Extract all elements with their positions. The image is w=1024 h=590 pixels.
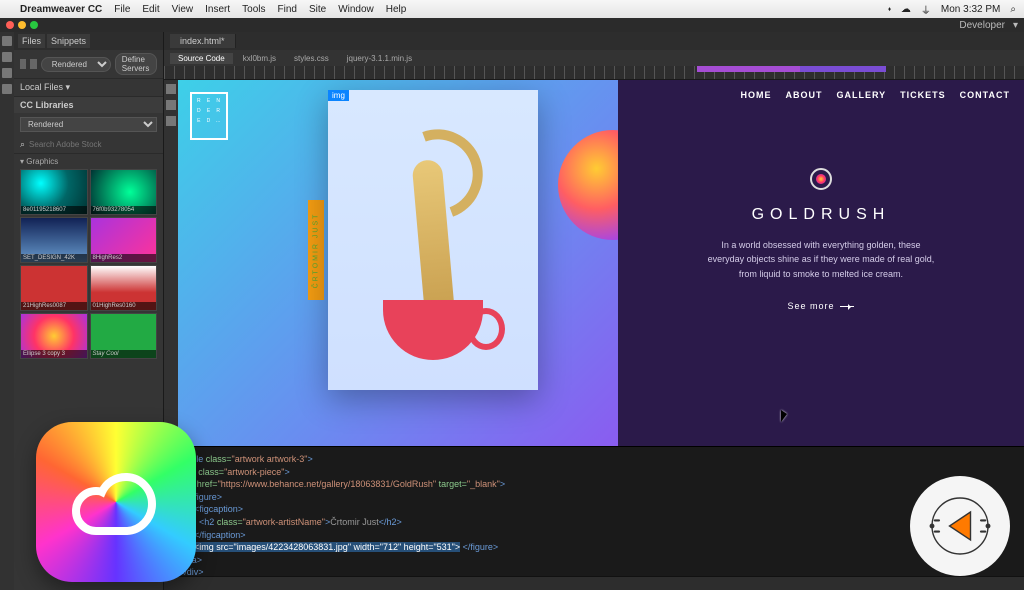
- nav-link[interactable]: HOME: [740, 90, 771, 100]
- menu-site[interactable]: Site: [309, 4, 326, 15]
- arrow-right-icon: [840, 306, 854, 307]
- artwork-description: In a world obsessed with everything gold…: [706, 238, 936, 281]
- cloud-icon[interactable]: ☁: [901, 4, 911, 15]
- app-titlebar: Developer ▾: [0, 18, 1024, 32]
- workspace-switcher[interactable]: Developer: [959, 20, 1005, 31]
- folder-icon: [20, 59, 26, 69]
- local-files-header[interactable]: Local Files ▾: [14, 79, 163, 97]
- view-options-icon[interactable]: [166, 116, 176, 126]
- status-bar: [164, 576, 1024, 590]
- menu-find[interactable]: Find: [278, 4, 297, 15]
- tab-snippets[interactable]: Snippets: [47, 34, 90, 48]
- library-thumbnails: 8e01195218607 76f0b93278054 SET_DESIGN_4…: [14, 169, 163, 359]
- artist-name-tab: ČRTOMIR JUST: [308, 200, 324, 300]
- tab-files[interactable]: Files: [18, 34, 45, 48]
- document-tabs: index.html*: [164, 32, 1024, 50]
- brand-badge-overlay: [910, 476, 1010, 576]
- see-more-link[interactable]: See more: [787, 301, 854, 311]
- macos-menubar: Dreamweaver CC File Edit View Insert Too…: [0, 0, 1024, 18]
- inspect-icon[interactable]: [166, 100, 176, 110]
- breakpoint-marker[interactable]: [800, 66, 886, 72]
- app-name[interactable]: Dreamweaver CC: [20, 4, 102, 15]
- spotlight-icon[interactable]: ⌕: [1010, 4, 1016, 15]
- tool-files-icon[interactable]: [2, 68, 12, 78]
- site-dropdown[interactable]: Rendered: [41, 57, 111, 72]
- creative-cloud-logo-overlay: [36, 422, 196, 582]
- library-thumb[interactable]: 21HighRes0087: [20, 265, 88, 311]
- tool-assets-icon[interactable]: [2, 52, 12, 62]
- source-tab[interactable]: kxl0bm.js: [235, 53, 284, 64]
- source-tab[interactable]: jquery-3.1.1.min.js: [339, 53, 420, 64]
- site-nav: HOME ABOUT GALLERY TICKETS CONTACT: [740, 90, 1010, 100]
- mouse-cursor-icon: [781, 410, 791, 424]
- site-icon: [30, 59, 36, 69]
- menu-insert[interactable]: Insert: [205, 4, 230, 15]
- source-tab[interactable]: Source Code: [170, 53, 233, 64]
- document-tab[interactable]: index.html*: [170, 34, 236, 48]
- live-design-view[interactable]: REN DER ED… img ČRTOMIR JUST: [178, 80, 1024, 446]
- element-selection-badge[interactable]: img: [328, 90, 349, 101]
- nav-link[interactable]: ABOUT: [785, 90, 822, 100]
- source-tab[interactable]: styles.css: [286, 53, 337, 64]
- menu-file[interactable]: File: [114, 4, 130, 15]
- library-thumb[interactable]: 8HighRes2: [90, 217, 158, 263]
- site-logo[interactable]: REN DER ED…: [190, 92, 228, 140]
- dot-indicator-icon: [810, 168, 832, 190]
- live-view-icon[interactable]: [166, 84, 176, 94]
- menu-edit[interactable]: Edit: [142, 4, 159, 15]
- tool-code-icon[interactable]: [2, 36, 12, 46]
- artwork-image[interactable]: [328, 90, 538, 390]
- search-adobe-stock-input[interactable]: [29, 140, 157, 149]
- artwork-title: GOLDRUSH: [752, 206, 891, 224]
- tool-more-icon[interactable]: [2, 84, 12, 94]
- cc-libraries-header[interactable]: CC Libraries: [14, 97, 163, 113]
- define-servers-button[interactable]: Define Servers: [115, 53, 157, 75]
- chevron-down-icon[interactable]: ▾: [1013, 20, 1018, 31]
- search-icon: ⌕: [20, 139, 25, 150]
- graphics-section-label[interactable]: ▾ Graphics: [14, 154, 163, 169]
- breakpoint-marker[interactable]: [697, 66, 800, 72]
- clock-text[interactable]: Mon 3:32 PM: [941, 4, 1000, 15]
- nav-link[interactable]: CONTACT: [960, 90, 1010, 100]
- menu-window[interactable]: Window: [338, 4, 374, 15]
- window-zoom-icon[interactable]: [30, 21, 38, 29]
- window-minimize-icon[interactable]: [18, 21, 26, 29]
- library-thumb[interactable]: 76f0b93278054: [90, 169, 158, 215]
- left-toolstrip: [0, 32, 14, 590]
- cup-graphic: [383, 300, 483, 360]
- dropbox-icon[interactable]: ⬪: [888, 4, 891, 15]
- library-thumb[interactable]: Stay Cool: [90, 313, 158, 359]
- code-view[interactable]: <article class="artwork artwork-3"> <div…: [164, 446, 1024, 576]
- horizontal-ruler[interactable]: [164, 66, 1024, 80]
- wifi-icon[interactable]: ⏚: [921, 2, 931, 17]
- library-thumb[interactable]: 8e01195218607: [20, 169, 88, 215]
- library-thumb[interactable]: Ellipse 3 copy 3: [20, 313, 88, 359]
- library-thumb[interactable]: SET_DESIGN_42K: [20, 217, 88, 263]
- nav-link[interactable]: TICKETS: [900, 90, 946, 100]
- library-dropdown[interactable]: Rendered: [20, 117, 157, 132]
- workspace: index.html* Source Code kxl0bm.js styles…: [164, 32, 1024, 590]
- menu-view[interactable]: View: [172, 4, 194, 15]
- gold-splash-graphic: [412, 159, 455, 311]
- menu-tools[interactable]: Tools: [242, 4, 265, 15]
- menu-help[interactable]: Help: [386, 4, 407, 15]
- view-gutter: [164, 80, 178, 446]
- window-close-icon[interactable]: [6, 21, 14, 29]
- files-panel-tabs: Files Snippets: [14, 32, 163, 50]
- nav-link[interactable]: GALLERY: [836, 90, 886, 100]
- related-files-bar: Source Code kxl0bm.js styles.css jquery-…: [164, 50, 1024, 66]
- library-thumb[interactable]: 01HighRes0160: [90, 265, 158, 311]
